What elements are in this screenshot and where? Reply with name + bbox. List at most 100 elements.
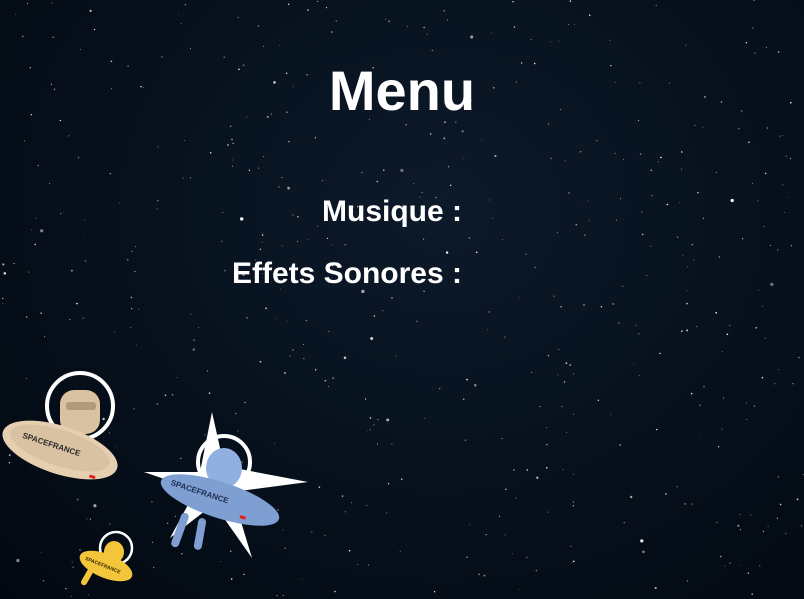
star <box>694 124 696 126</box>
star <box>786 197 788 199</box>
star <box>131 308 133 310</box>
star <box>237 16 239 18</box>
star <box>584 234 586 236</box>
star <box>231 138 233 141</box>
star <box>307 9 309 11</box>
star <box>82 317 84 319</box>
star <box>369 417 372 419</box>
star <box>763 225 765 227</box>
star <box>327 385 329 388</box>
star <box>755 327 758 329</box>
star <box>469 524 471 526</box>
star <box>571 562 573 564</box>
star <box>130 296 133 299</box>
star <box>331 244 333 246</box>
star <box>546 427 547 429</box>
star <box>198 327 199 329</box>
star <box>762 530 764 533</box>
star <box>281 177 283 179</box>
star <box>429 133 432 135</box>
star <box>750 514 752 516</box>
star <box>127 259 129 261</box>
sound-effects-option-label[interactable]: Effets Sonores : <box>232 257 462 291</box>
star <box>361 171 363 174</box>
star <box>27 2 28 4</box>
star <box>305 319 307 322</box>
star <box>553 295 555 297</box>
star <box>719 555 722 558</box>
star <box>388 20 390 23</box>
star <box>276 594 278 597</box>
star <box>276 317 278 319</box>
star <box>386 512 388 514</box>
star <box>681 330 683 332</box>
star <box>666 203 669 206</box>
star <box>715 172 717 174</box>
star <box>292 349 294 351</box>
star <box>60 213 62 215</box>
blue-alien-ufo-sprite: SPACEFRANCE <box>144 412 308 558</box>
star <box>48 183 51 185</box>
star <box>724 565 726 567</box>
star <box>748 141 750 143</box>
star <box>785 155 787 157</box>
music-option-label[interactable]: Musique : <box>322 195 462 229</box>
star <box>325 7 328 9</box>
star <box>376 443 378 445</box>
star <box>71 561 73 563</box>
star <box>550 41 552 43</box>
star <box>377 418 379 421</box>
star <box>569 0 572 2</box>
star <box>491 217 494 220</box>
star <box>232 165 233 167</box>
star <box>109 523 111 525</box>
star <box>655 4 657 7</box>
star <box>156 208 158 210</box>
star <box>72 566 74 569</box>
star <box>547 123 550 125</box>
star <box>317 225 319 227</box>
star <box>702 126 704 128</box>
star <box>623 522 625 524</box>
star <box>283 371 287 375</box>
star <box>370 337 374 340</box>
star <box>232 142 234 144</box>
star <box>638 333 640 335</box>
star <box>297 216 299 218</box>
star <box>686 329 689 332</box>
star <box>778 369 779 370</box>
star <box>395 355 397 357</box>
star <box>550 157 552 160</box>
star <box>504 336 506 338</box>
star <box>504 534 506 536</box>
star <box>357 564 359 566</box>
star <box>659 352 661 355</box>
star <box>530 39 532 40</box>
star <box>113 331 115 333</box>
star <box>157 199 159 202</box>
star <box>747 572 749 574</box>
star <box>51 2 53 4</box>
star <box>466 556 468 558</box>
star <box>790 245 792 247</box>
star <box>657 161 659 163</box>
star <box>798 356 800 359</box>
star <box>84 260 87 262</box>
star <box>702 217 704 219</box>
star <box>447 166 450 168</box>
star <box>573 413 575 415</box>
star <box>400 168 404 172</box>
star <box>369 429 371 431</box>
star <box>560 306 562 308</box>
star <box>466 378 468 381</box>
star <box>684 503 686 505</box>
star <box>44 336 46 338</box>
menu-title: Menu <box>328 59 476 122</box>
star <box>328 330 330 333</box>
star <box>563 381 566 383</box>
star <box>462 398 465 401</box>
star <box>612 303 614 305</box>
star <box>416 320 418 322</box>
star <box>246 317 248 319</box>
star <box>568 192 570 194</box>
